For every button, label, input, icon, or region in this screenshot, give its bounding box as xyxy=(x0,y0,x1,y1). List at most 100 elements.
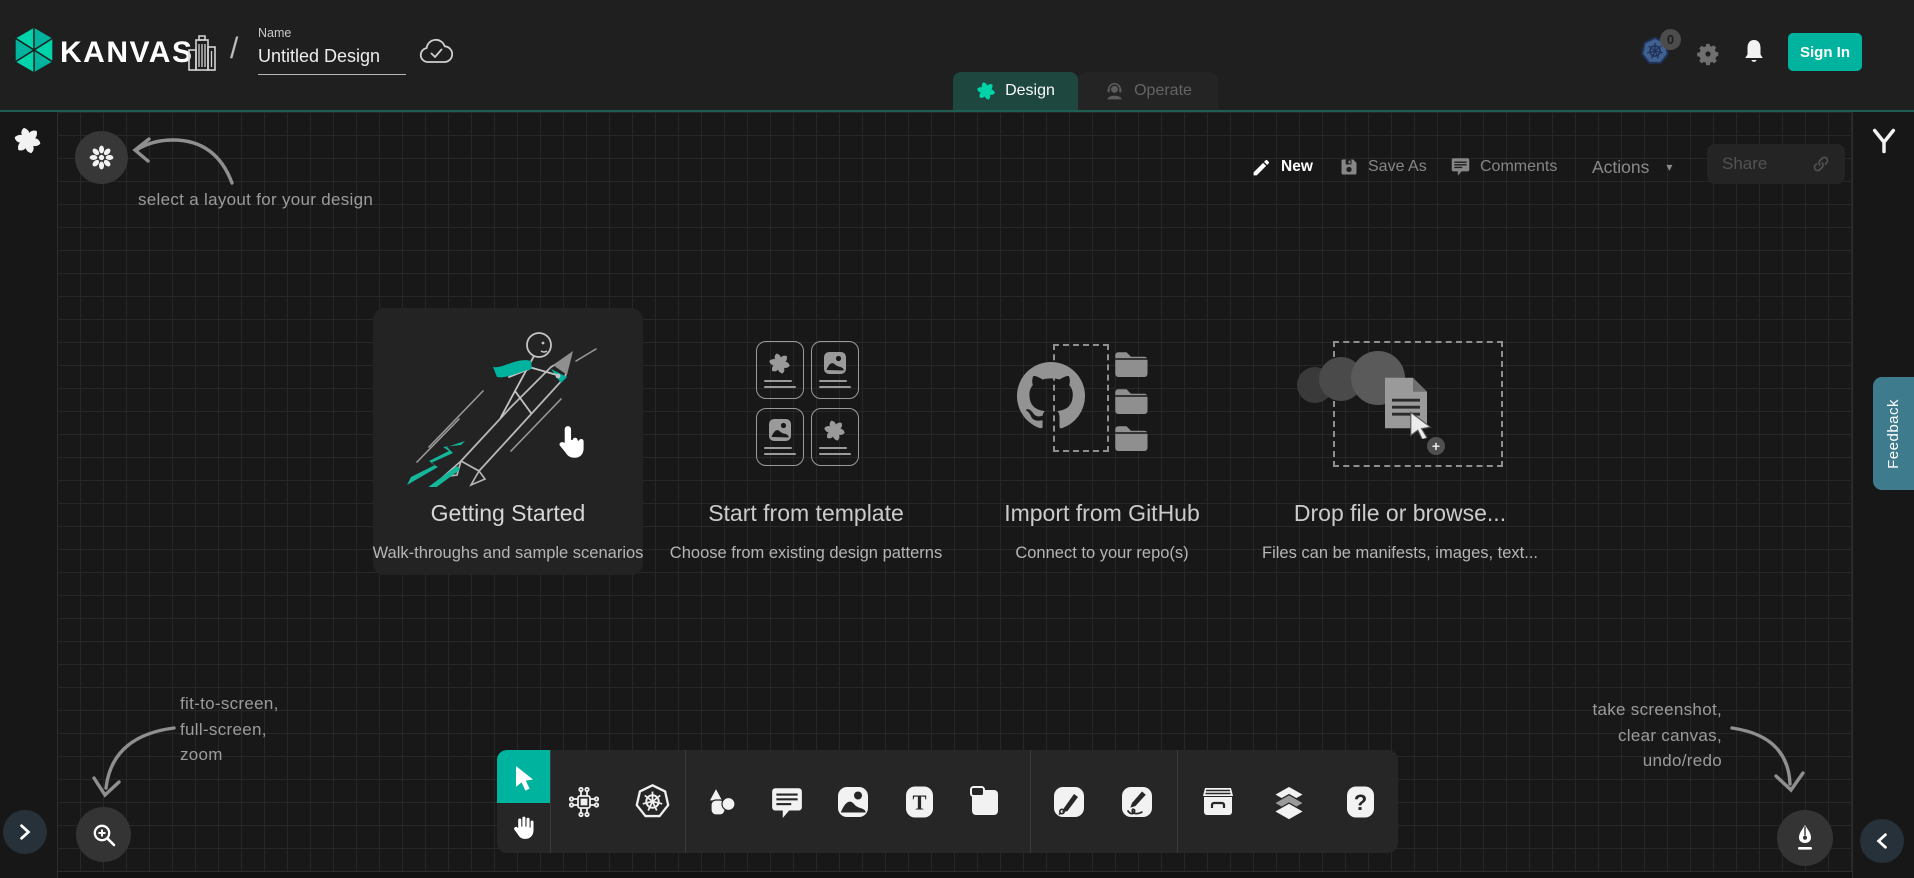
folder-icon xyxy=(1113,387,1149,414)
note-icon xyxy=(967,784,1003,820)
canvas-actions-hint-arrow xyxy=(1722,716,1806,800)
shapes-tool-button[interactable] xyxy=(702,783,740,821)
save-as-label: Save As xyxy=(1368,158,1427,176)
text-tool-button[interactable]: T xyxy=(900,783,938,821)
comments-icon xyxy=(1450,157,1471,177)
comment-tool-button[interactable] xyxy=(768,783,806,821)
design-spiral-icon xyxy=(976,81,996,101)
image-icon xyxy=(835,784,871,820)
notifications-bell-icon[interactable] xyxy=(1742,38,1766,66)
canvas-actions-hint-text: take screenshot, clear canvas, undo/redo xyxy=(1592,697,1722,774)
expand-right-panel-button[interactable] xyxy=(1860,819,1904,863)
hand-pan-icon xyxy=(510,814,537,843)
pen-icon xyxy=(1051,784,1087,820)
drawer-icon xyxy=(1199,784,1237,820)
kanvas-app: KANVAS / Name 0 xyxy=(0,0,1914,878)
tab-design-label: Design xyxy=(1005,82,1055,100)
layers-tool-button[interactable] xyxy=(1270,783,1308,821)
select-tool-button[interactable] xyxy=(497,750,550,803)
new-design-button[interactable]: New xyxy=(1251,155,1313,179)
sketch-tool-button[interactable] xyxy=(1118,783,1156,821)
kubernetes-tool-button[interactable] xyxy=(633,783,671,821)
share-label: Share xyxy=(1722,154,1767,174)
card-subtitle: Walk-throughs and sample scenarios xyxy=(373,544,644,563)
card-import-github[interactable]: Import from GitHub Connect to your repo(… xyxy=(967,308,1237,575)
component-tool-button[interactable] xyxy=(565,783,603,821)
pointer-tools xyxy=(497,750,550,853)
svg-text:T: T xyxy=(912,790,926,814)
chevron-right-icon xyxy=(18,824,32,840)
design-name-input[interactable] xyxy=(258,46,406,75)
template-tile xyxy=(756,341,804,399)
link-icon xyxy=(1812,155,1830,173)
left-panel-collapsed xyxy=(0,112,58,878)
spiral-icon xyxy=(768,352,791,375)
y-panel-icon[interactable] xyxy=(1870,127,1898,155)
meshery-spiral-icon[interactable] xyxy=(13,126,42,155)
pencil-sketch-icon xyxy=(1119,784,1155,820)
card-title: Import from GitHub xyxy=(1004,500,1200,527)
dock-group-content: T xyxy=(686,750,1030,853)
share-button[interactable]: Share xyxy=(1707,144,1845,184)
organization-icon[interactable] xyxy=(186,34,218,72)
template-tile xyxy=(811,408,859,466)
chevron-down-icon: ▾ xyxy=(1666,160,1672,174)
tab-design[interactable]: Design xyxy=(953,72,1078,110)
pan-tool-button[interactable] xyxy=(497,803,550,853)
zoom-controls-button[interactable] xyxy=(76,807,131,862)
card-start-from-template[interactable]: Start from template Choose from existing… xyxy=(671,308,941,575)
github-octocat-icon xyxy=(1017,362,1085,430)
new-label: New xyxy=(1281,158,1313,176)
image-tool-button[interactable] xyxy=(834,783,872,821)
layers-icon xyxy=(1270,783,1308,821)
kanvas-logo-icon[interactable] xyxy=(13,25,55,75)
brand-wordmark: KANVAS xyxy=(60,36,193,70)
image-icon xyxy=(768,418,792,442)
help-tool-button[interactable]: ? xyxy=(1341,783,1379,821)
comments-button[interactable]: Comments xyxy=(1450,155,1557,179)
note-tool-button[interactable] xyxy=(966,783,1004,821)
right-panel-collapsed xyxy=(1852,112,1914,878)
template-tile xyxy=(811,341,859,399)
card-title: Drop file or browse... xyxy=(1294,500,1506,527)
card-subtitle: Connect to your repo(s) xyxy=(1015,544,1188,563)
text-icon: T xyxy=(902,784,937,820)
dock-group-draw xyxy=(1031,750,1177,853)
save-as-button[interactable]: Save As xyxy=(1339,155,1427,179)
feedback-tab[interactable]: Feedback xyxy=(1873,377,1914,490)
card-subtitle: Files can be manifests, images, text... xyxy=(1262,544,1538,563)
zoom-hint-text: fit-to-screen, full-screen, zoom xyxy=(180,691,279,768)
layout-selector-button[interactable] xyxy=(75,131,128,184)
pencil-icon xyxy=(1251,157,1272,178)
operate-headset-icon xyxy=(1104,81,1125,102)
card-drop-file[interactable]: + Drop file or browse... Files can be ma… xyxy=(1265,308,1535,575)
canvas-actions-button[interactable] xyxy=(1777,810,1833,866)
layout-hint-text: select a layout for your design xyxy=(138,187,373,213)
actions-label: Actions xyxy=(1592,157,1649,178)
sign-in-button[interactable]: Sign In xyxy=(1788,33,1862,71)
repo-folders xyxy=(1113,350,1149,451)
settings-gear-icon[interactable] xyxy=(1695,41,1721,67)
actions-dropdown[interactable]: Actions ▾ xyxy=(1592,155,1672,179)
layout-flower-icon xyxy=(88,144,115,171)
drawer-tool-button[interactable] xyxy=(1199,783,1237,821)
help-icon: ? xyxy=(1343,784,1378,820)
card-title: Start from template xyxy=(708,500,904,527)
pen-tool-button[interactable] xyxy=(1050,783,1088,821)
tools-dock: T xyxy=(497,750,1398,853)
mode-tabs: Design Operate xyxy=(953,72,1218,110)
comment-icon xyxy=(770,786,804,818)
kubernetes-context-button[interactable]: 0 xyxy=(1640,36,1672,66)
cursor-arrow-icon xyxy=(1409,411,1435,439)
component-icon xyxy=(566,784,602,820)
card-title: Getting Started xyxy=(431,500,586,527)
cloud-saved-icon xyxy=(419,38,453,65)
dock-group-infra xyxy=(551,750,685,853)
svg-text:?: ? xyxy=(1353,790,1366,815)
expand-left-panel-button[interactable] xyxy=(3,810,47,854)
feedback-label: Feedback xyxy=(1885,399,1902,469)
cursor-select-icon xyxy=(511,763,537,791)
tab-operate[interactable]: Operate xyxy=(1078,72,1218,110)
hand-cursor-icon xyxy=(555,424,585,462)
card-getting-started[interactable]: Getting Started Walk-throughs and sample… xyxy=(373,308,643,575)
